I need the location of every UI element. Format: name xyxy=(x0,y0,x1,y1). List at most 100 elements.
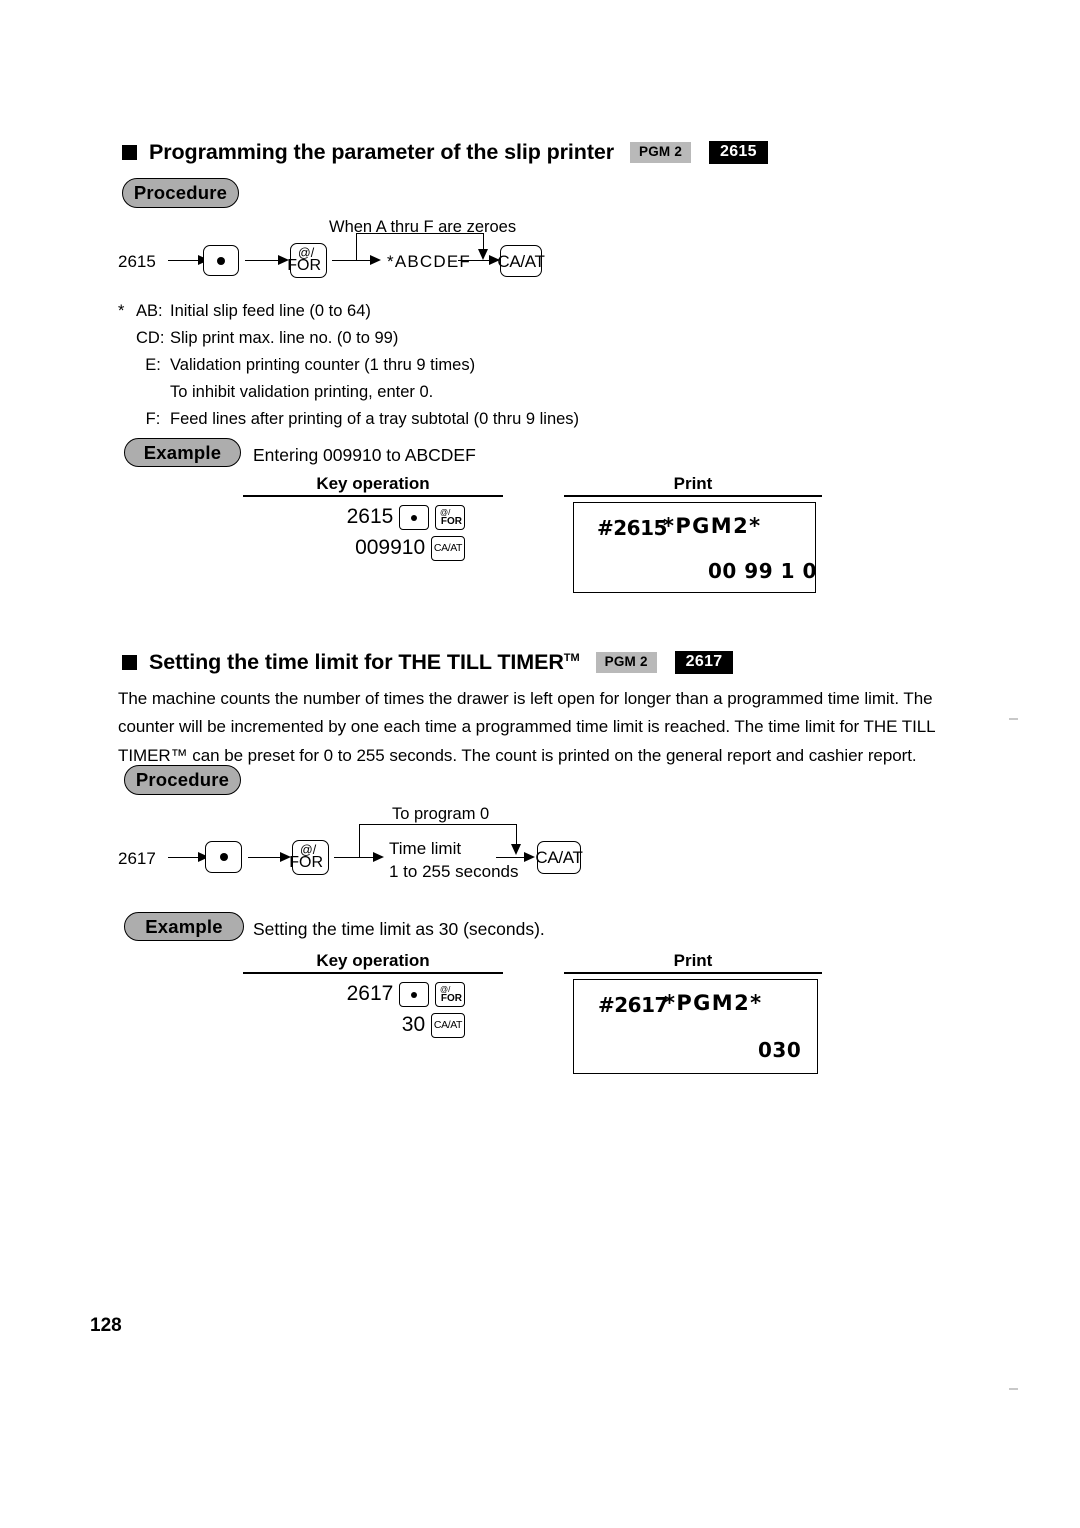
skey-ca-at: CA/AT xyxy=(431,536,465,561)
badge-mode-pgm2: PGM 2 xyxy=(630,142,692,163)
example1-keyop-rule xyxy=(243,495,503,497)
diagram1-start-code: 2615 xyxy=(118,252,156,271)
diagram2-line-3 xyxy=(334,857,360,858)
skey-decimal-point xyxy=(399,982,430,1007)
diagram2-line-2 xyxy=(248,857,284,858)
badge-program-code: 2615 xyxy=(709,141,768,164)
diagram2-arrowhead-3 xyxy=(373,851,384,862)
example1-caption: Entering 009910 to ABCDEF xyxy=(253,445,476,465)
example2-print-header: Print xyxy=(673,951,713,970)
square-bullet-icon xyxy=(122,145,137,160)
diagram1-key-decimal-point xyxy=(203,245,239,276)
keyop-line-1: 2615 @/ FOR xyxy=(283,505,465,530)
section1-legend: * AB: Initial slip feed line (0 to 64) CD:… xyxy=(118,298,579,433)
diagram2-arrowhead-4 xyxy=(524,851,535,862)
keyop-line-2: 009910 CA/AT xyxy=(283,536,465,561)
example1-receipt-value: 00 99 1 0 xyxy=(708,559,817,583)
example2-keyop-header: Key operation xyxy=(316,951,430,970)
legend-row: * AB: Initial slip feed line (0 to 64) xyxy=(118,298,579,325)
diagram2-bypass-top xyxy=(359,824,517,825)
example1-print-header: Print xyxy=(673,474,713,493)
section-title: Setting the time limit for THE TILL TIME… xyxy=(149,650,580,675)
keyop-line-2: 30 CA/AT xyxy=(283,1013,465,1038)
decimal-point-icon xyxy=(411,991,418,998)
keyop-number: 30 xyxy=(401,1013,426,1037)
example2-keyop-rule xyxy=(243,972,503,974)
scan-edge-mark xyxy=(1009,1388,1018,1390)
page-number: 128 xyxy=(90,1315,122,1336)
skey-at-for: @/ FOR xyxy=(435,982,465,1007)
example2-receipt-value: 030 xyxy=(758,1038,802,1062)
diagram2-key-decimal-point xyxy=(205,841,242,873)
skey-ca-at: CA/AT xyxy=(431,1013,465,1038)
keyop-line-1: 2617 @/ FOR xyxy=(283,982,465,1007)
example-label-2: Example xyxy=(124,912,244,941)
example2-key-operation: 2617 @/ FOR 30 CA/AT xyxy=(283,982,465,1044)
diagram1-line-1 xyxy=(168,260,200,261)
legend-text: Slip print max. line no. (0 to 99) xyxy=(170,329,399,348)
decimal-point-icon xyxy=(217,256,225,265)
at-for-key-line2: FOR xyxy=(287,257,321,275)
procedure-label-2: Procedure xyxy=(124,765,241,795)
diagram1-bypass-arrowhead xyxy=(477,249,488,260)
example1-receipt-hash: #2615 xyxy=(597,516,667,540)
legend-text: To inhibit validation printing, enter 0. xyxy=(170,383,434,402)
legend-star: * xyxy=(118,302,125,320)
skey-decimal-point xyxy=(399,505,430,530)
section-heading-till-timer: Setting the time limit for THE TILL TIME… xyxy=(122,650,734,675)
legend-key: AB: xyxy=(136,302,163,320)
diagram2-start-code: 2617 xyxy=(118,849,156,868)
legend-text: Validation printing counter (1 thru 9 ti… xyxy=(170,356,476,375)
decimal-point-icon xyxy=(411,514,418,521)
section-title: Programming the parameter of the slip pr… xyxy=(149,140,615,164)
diagram1-key-ca-at: CA/AT xyxy=(497,245,545,277)
legend-key: CD: xyxy=(136,329,165,348)
paragraph-line: counter will be incremented by one each … xyxy=(118,717,936,737)
trademark-mark: TM xyxy=(563,651,580,664)
diagram2-key-at-for: @/ FOR xyxy=(289,840,329,875)
badge-mode-pgm2: PGM 2 xyxy=(595,652,657,673)
diagram1-arrowhead-3 xyxy=(370,254,381,265)
diagram1-middle-label: *ABCDEF xyxy=(387,252,471,271)
diagram1-line-2 xyxy=(245,260,281,261)
diagram1-key-at-for: @/ FOR xyxy=(287,243,327,278)
at-for-key-line2: FOR xyxy=(289,854,323,872)
example1-keyop-header: Key operation xyxy=(316,474,430,493)
scan-edge-mark xyxy=(1009,718,1018,720)
keyop-number: 009910 xyxy=(355,536,426,560)
diagram1-bypass-riser xyxy=(356,233,357,261)
procedure-label-1: Procedure xyxy=(122,178,239,208)
legend-row: To inhibit validation printing, enter 0. xyxy=(118,379,579,406)
legend-key: F: xyxy=(145,410,161,429)
legend-key: E: xyxy=(145,356,161,375)
manual-page: Programming the parameter of the slip pr… xyxy=(0,0,1080,1528)
section-heading-slip-printer: Programming the parameter of the slip pr… xyxy=(122,140,768,165)
legend-row: CD: Slip print max. line no. (0 to 99) xyxy=(118,325,579,352)
example2-receipt-hash: #2617 xyxy=(598,993,668,1017)
skey-at-for-line2: FOR xyxy=(440,992,462,1004)
legend-text: Initial slip feed line (0 to 64) xyxy=(170,302,371,320)
example-label-1: Example xyxy=(124,438,241,467)
decimal-point-icon xyxy=(219,853,228,861)
legend-row: F: Feed lines after printing of a tray su… xyxy=(118,406,579,433)
diagram2-key-ca-at: CA/AT xyxy=(535,841,583,874)
skey-at-for-line2: FOR xyxy=(440,515,462,527)
square-bullet-icon xyxy=(122,655,137,670)
keyop-number: 2615 xyxy=(346,505,394,529)
legend-text: Feed lines after printing of a tray subt… xyxy=(170,410,580,429)
skey-at-for: @/ FOR xyxy=(435,505,465,530)
example1-receipt-pgm: *PGM2* xyxy=(663,514,762,538)
diagram2-bypass-riser xyxy=(359,824,360,858)
diagram2-middle-line2: 1 to 255 seconds xyxy=(389,861,519,881)
diagram2-middle-label: Time limit 1 to 255 seconds xyxy=(389,838,518,884)
legend-row: E: Validation printing counter (1 thru 9 … xyxy=(118,352,579,379)
example1-key-operation: 2615 @/ FOR 009910 CA/AT xyxy=(283,505,465,567)
example2-receipt-pgm: *PGM2* xyxy=(664,991,763,1015)
section-title-text: Setting the time limit for THE TILL TIME… xyxy=(149,650,564,674)
example1-print-rule xyxy=(564,495,822,497)
keyop-number: 2617 xyxy=(346,982,394,1006)
diagram2-line-1 xyxy=(168,857,200,858)
diagram1-line-3 xyxy=(332,260,357,261)
example2-caption: Setting the time limit as 30 (seconds). xyxy=(253,919,545,939)
diagram1-bypass-top xyxy=(356,233,484,234)
